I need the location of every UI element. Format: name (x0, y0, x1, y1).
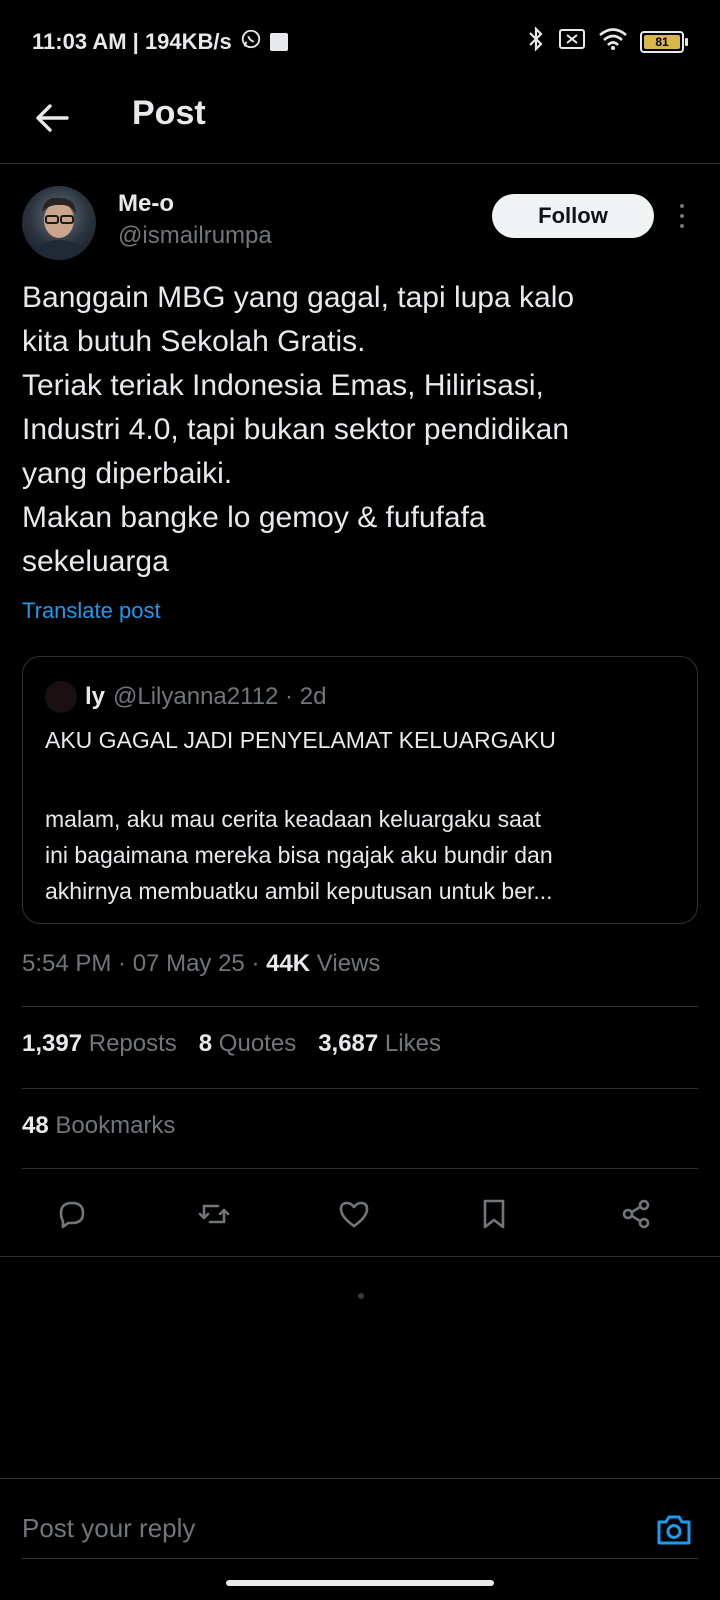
bluetooth-icon (526, 26, 546, 57)
back-arrow-icon (36, 104, 69, 132)
wifi-icon (598, 27, 628, 56)
quoted-author-handle-time: @Lilyanna2112 · 2d (113, 683, 327, 710)
divider (22, 1558, 698, 1559)
notification-square-icon (269, 33, 288, 51)
post-text-line: yang diperbaiki. (22, 457, 233, 490)
views-count: 44K (266, 950, 311, 977)
camera-icon[interactable] (652, 1508, 696, 1552)
bookmarks-count: 48 (22, 1112, 49, 1139)
sim-off-icon (558, 28, 586, 55)
post-timestamp: 5:54 PM · 07 May 25 · (22, 950, 267, 977)
quoted-text-line: akhirnya membuatku ambil keputusan untuk… (45, 878, 553, 904)
quoted-author-avatar (45, 681, 77, 713)
quotes-label: Quotes (212, 1030, 297, 1057)
quoted-author-name: ly (85, 683, 106, 710)
top-header: Post (0, 80, 720, 164)
battery-icon: 81 (640, 30, 688, 53)
battery-level: 81 (644, 34, 680, 49)
post-text-line: sekeluarga (22, 545, 169, 578)
reply-icon[interactable] (48, 1190, 96, 1238)
likes-count: 3,687 (318, 1030, 379, 1057)
divider (22, 1088, 698, 1089)
status-left: 11:03 AM | 194KB/s (32, 28, 288, 56)
quoted-post-card[interactable]: ly @Lilyanna2112 · 2d AKU GAGAL JADI PEN… (22, 656, 698, 924)
engagement-stats: 1,397 Reposts 8 Quotes 3,687 Likes (22, 1030, 441, 1058)
like-icon[interactable] (330, 1190, 378, 1238)
likes-stat[interactable]: 3,687 Likes (318, 1030, 441, 1058)
quoted-post-text: malam, aku mau cerita keadaan keluargaku… (45, 801, 685, 909)
divider (22, 1006, 698, 1007)
status-bar: 11:03 AM | 194KB/s 81 (0, 0, 720, 80)
quoted-text-line: ini bagaimana mereka bisa ngajak aku bun… (45, 842, 553, 868)
divider (0, 1256, 720, 1257)
whatsapp-icon (240, 28, 262, 56)
reposts-label: Reposts (82, 1030, 177, 1057)
share-icon[interactable] (612, 1190, 660, 1238)
quoted-text-line: malam, aku mau cerita keadaan keluargaku… (45, 806, 542, 832)
status-time-speed: 11:03 AM | 194KB/s (32, 29, 232, 54)
author-avatar[interactable] (22, 186, 96, 260)
reposts-count: 1,397 (22, 1030, 83, 1057)
post-text-line: Makan bangke lo gemoy & fufufafa (22, 501, 486, 534)
reposts-stat[interactable]: 1,397 Reposts (22, 1030, 177, 1058)
author-name[interactable]: Me-o (118, 190, 174, 218)
status-right: 81 (526, 26, 688, 57)
loading-dot (358, 1293, 364, 1299)
post-text-line: Industri 4.0, tapi bukan sektor pendidik… (22, 413, 570, 446)
repost-icon[interactable] (190, 1190, 238, 1238)
page-title: Post (132, 94, 206, 132)
home-indicator (226, 1580, 494, 1586)
post-text-line: Teriak teriak Indonesia Emas, Hilirisasi… (22, 369, 544, 402)
more-options-icon[interactable] (672, 200, 692, 232)
back-button[interactable] (30, 96, 74, 140)
post-text-line: kita butuh Sekolah Gratis. (22, 325, 366, 358)
bookmarks-label: Bookmarks (48, 1112, 176, 1139)
post-meta: 5:54 PM · 07 May 25 · 44K Views (22, 950, 380, 978)
follow-button[interactable]: Follow (492, 194, 654, 238)
post-text-line: Banggain MBG yang gagal, tapi lupa kalo (22, 281, 575, 314)
quoted-post-title: AKU GAGAL JADI PENYELAMAT KELUARGAKU (45, 727, 556, 753)
divider (22, 1168, 698, 1169)
reply-input[interactable] (22, 1504, 602, 1552)
quotes-stat[interactable]: 8 Quotes (199, 1030, 296, 1058)
quotes-count: 8 (198, 1030, 213, 1057)
author-handle[interactable]: @ismailrumpa (118, 222, 272, 250)
likes-label: Likes (378, 1030, 441, 1057)
action-bar (0, 1190, 720, 1238)
divider (0, 1478, 720, 1479)
views-label: Views (310, 950, 381, 977)
translate-post-link[interactable]: Translate post (22, 598, 161, 624)
quoted-post-header: ly @Lilyanna2112 · 2d (45, 681, 326, 713)
bookmark-icon[interactable] (470, 1190, 518, 1238)
bookmarks-stat[interactable]: 48 Bookmarks (22, 1112, 175, 1140)
post-text: Banggain MBG yang gagal, tapi lupa kalo k… (22, 276, 702, 584)
